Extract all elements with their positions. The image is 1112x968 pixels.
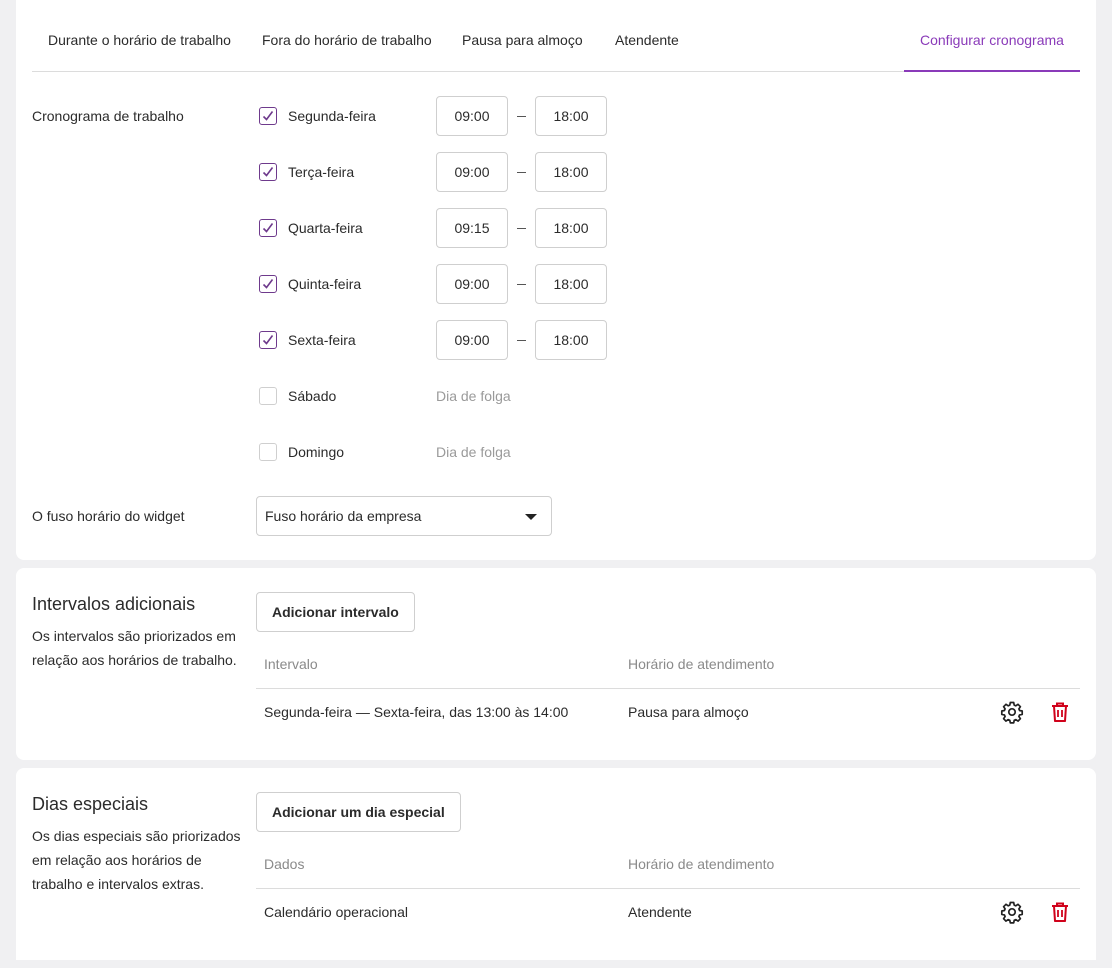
tab-agent[interactable]: Atendente [615,0,679,72]
timezone-selected-value: Fuso horário da empresa [265,508,422,524]
day-label-wednesday: Quarta-feira [288,220,363,236]
start-time-wednesday[interactable]: 09:15 [436,208,508,248]
time-separator [517,172,526,173]
interval-cell: Segunda-feira — Sexta-feira, das 13:00 à… [264,704,569,720]
gear-icon[interactable] [1000,700,1024,724]
time-separator [517,228,526,229]
timezone-label: O fuso horário do widget [32,508,185,524]
time-separator [517,116,526,117]
timezone-select[interactable]: Fuso horário da empresa [256,496,552,536]
end-time-thursday[interactable]: 18:00 [535,264,607,304]
day-off-sunday: Dia de folga [436,444,511,460]
special-days-card: Dias especiais Os dias especiais são pri… [16,768,1096,960]
day-label-sunday: Domingo [288,444,345,460]
special-days-title: Dias especiais [32,794,149,814]
column-header-data: Dados [264,856,305,872]
checkbox-monday[interactable] [259,107,277,125]
checkbox-saturday[interactable] [259,387,277,405]
table-divider [256,888,1080,889]
end-time-wednesday[interactable]: 18:00 [535,208,607,248]
tab-lunch-break[interactable]: Pausa para almoço [462,0,583,72]
start-time-friday[interactable]: 09:00 [436,320,508,360]
day-label-friday: Sexta-feira [288,332,356,348]
time-separator [517,284,526,285]
start-time-monday[interactable]: 09:00 [436,96,508,136]
add-interval-button[interactable]: Adicionar intervalo [256,592,415,632]
check-icon [262,167,274,177]
service-hours-cell: Pausa para almoço [628,704,749,720]
day-label-saturday: Sábado [288,388,337,404]
trash-icon[interactable] [1048,700,1072,724]
check-icon [262,223,274,233]
trash-icon[interactable] [1048,900,1072,924]
day-label-tuesday: Terça-feira [288,164,355,180]
end-time-tuesday[interactable]: 18:00 [535,152,607,192]
intervals-description: Os intervalos são priorizados em relação… [32,628,237,668]
table-divider [256,688,1080,689]
day-off-saturday: Dia de folga [436,388,511,404]
add-special-day-button[interactable]: Adicionar um dia especial [256,792,461,832]
intervals-title: Intervalos adicionais [32,594,196,614]
checkbox-tuesday[interactable] [259,163,277,181]
tab-configure-schedule[interactable]: Configurar cronograma [904,0,1080,72]
check-icon [262,111,274,121]
checkbox-thursday[interactable] [259,275,277,293]
start-time-tuesday[interactable]: 09:00 [436,152,508,192]
start-time-thursday[interactable]: 09:00 [436,264,508,304]
tab-bar: Durante o horário de trabalho Fora do ho… [32,0,1080,72]
day-label-thursday: Quinta-feira [288,276,362,292]
tab-during-work-hours[interactable]: Durante o horário de trabalho [48,0,231,72]
gear-icon[interactable] [1000,900,1024,924]
checkbox-friday[interactable] [259,331,277,349]
checkbox-wednesday[interactable] [259,219,277,237]
intervals-card: Intervalos adicionais Os intervalos são … [16,568,1096,760]
column-header-service-hours: Horário de atendimento [628,656,775,672]
special-days-description: Os dias especiais são priorizados em rel… [32,828,241,892]
end-time-friday[interactable]: 18:00 [535,320,607,360]
schedule-label: Cronograma de trabalho [32,108,184,124]
schedule-card: Durante o horário de trabalho Fora do ho… [16,0,1096,560]
day-label-monday: Segunda-feira [288,108,376,124]
tab-outside-work-hours[interactable]: Fora do horário de trabalho [262,0,432,72]
end-time-monday[interactable]: 18:00 [535,96,607,136]
service-hours-cell: Atendente [628,904,692,920]
column-header-interval: Intervalo [264,656,318,672]
data-cell: Calendário operacional [264,904,408,920]
checkbox-sunday[interactable] [259,443,277,461]
column-header-service-hours: Horário de atendimento [628,856,775,872]
check-icon [262,279,274,289]
caret-down-icon [525,514,537,520]
time-separator [517,340,526,341]
check-icon [262,335,274,345]
